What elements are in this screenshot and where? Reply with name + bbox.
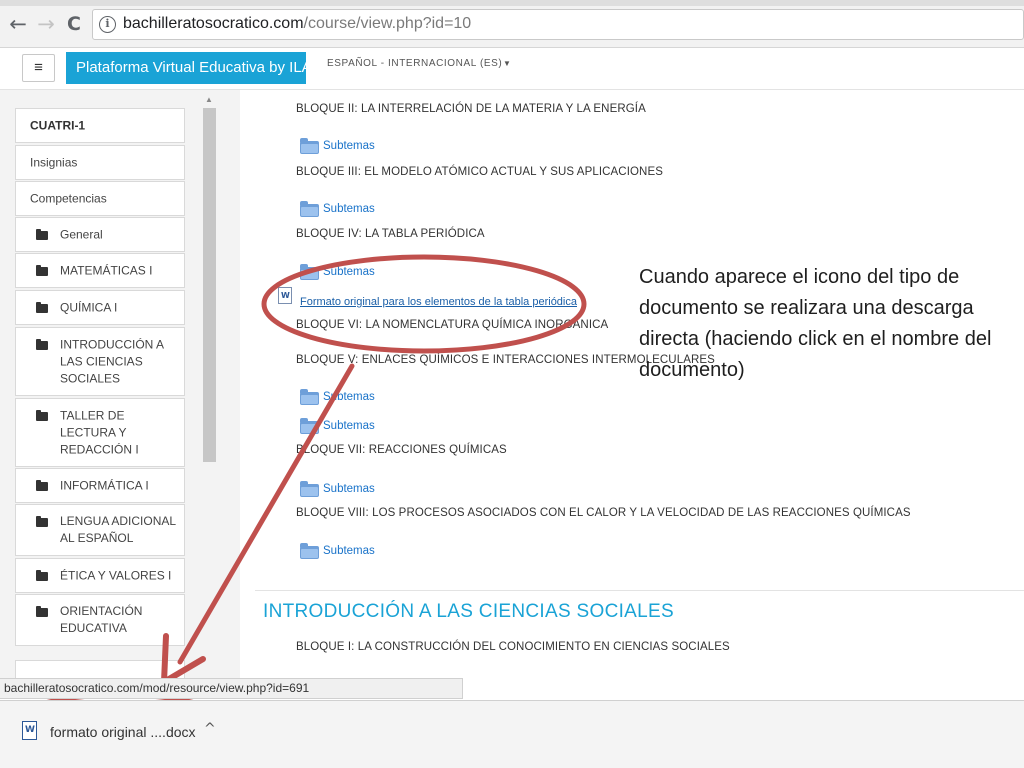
annotation-text: Cuando aparece el icono del tipo de docu… xyxy=(639,266,992,381)
sidebar-item-label: LENGUA ADICIONAL AL ESPAÑOL xyxy=(60,514,176,545)
folder-icon xyxy=(36,339,48,350)
sidebar-item-label: INTRODUCCIÓN A LAS CIENCIAS SOCIALES xyxy=(60,337,164,385)
word-letter: W xyxy=(25,725,35,735)
sidebar-item-label: MATEMÁTICAS I xyxy=(60,263,153,277)
folder-icon xyxy=(300,418,319,434)
sidebar-item-competencias[interactable]: Competencias xyxy=(15,181,185,216)
subtemas-label[interactable]: Subtemas xyxy=(323,391,375,403)
sidebar-item-orientacion[interactable]: ORIENTACIÓN EDUCATIVA xyxy=(15,594,185,646)
sidebar-item-informatica[interactable]: INFORMÁTICA I xyxy=(15,468,185,503)
block-title: BLOQUE II: LA INTERRELACIÓN DE LA MATERI… xyxy=(296,103,646,115)
subtemas-label[interactable]: Subtemas xyxy=(323,483,375,495)
site-header: ≡ Plataforma Virtual Educativa by ILAT E… xyxy=(0,48,1024,90)
section-divider xyxy=(255,590,1024,591)
menu-button[interactable]: ≡ xyxy=(22,54,55,82)
folder-icon xyxy=(36,302,48,313)
subtemas-label[interactable]: Subtemas xyxy=(323,140,375,152)
folder-icon xyxy=(36,516,48,527)
browser-toolbar: ← → C i bachilleratosocratico.com/course… xyxy=(0,0,1024,48)
sidebar-item-label: General xyxy=(60,227,103,241)
url-path: /course/view.php?id=10 xyxy=(303,15,472,32)
sidebar-item-label: CUATRI-1 xyxy=(30,118,86,132)
sidebar-item-label: ÉTICA Y VALORES I xyxy=(60,568,172,582)
chevron-up-icon[interactable]: ^ xyxy=(204,721,216,737)
url-text[interactable]: bachilleratosocratico.com/course/view.ph… xyxy=(123,15,471,33)
word-document-icon[interactable]: W xyxy=(278,287,292,304)
download-file-name[interactable]: formato original ....docx xyxy=(50,724,196,740)
sidebar-item-etica[interactable]: ÉTICA Y VALORES I xyxy=(15,558,185,593)
sidebar-item-label: Insignias xyxy=(30,155,78,169)
folder-icon xyxy=(36,606,48,617)
folder-icon xyxy=(36,410,48,421)
sidebar-next-block xyxy=(15,660,185,678)
subtemas-label[interactable]: Subtemas xyxy=(323,420,375,432)
caret-down-icon[interactable]: ▼ xyxy=(503,59,511,68)
word-document-icon[interactable]: W xyxy=(22,721,37,740)
sidebar-item-matematicas[interactable]: MATEMÁTICAS I xyxy=(15,253,185,288)
sidebar-item-label: TALLER DE LECTURA Y REDACCIÓN I xyxy=(60,408,139,456)
document-download-link[interactable]: Formato original para los elementos de l… xyxy=(300,296,577,308)
sidebar-item-ciencias-sociales[interactable]: INTRODUCCIÓN A LAS CIENCIAS SOCIALES xyxy=(15,327,185,396)
folder-icon xyxy=(300,543,319,559)
hamburger-icon: ≡ xyxy=(34,59,43,76)
word-letter: W xyxy=(281,291,290,300)
subtemas-label[interactable]: Subtemas xyxy=(323,266,375,278)
block-title: BLOQUE VI: LA NOMENCLATURA QUÍMICA INORG… xyxy=(296,319,609,331)
subtemas-label[interactable]: Subtemas xyxy=(323,203,375,215)
download-bar: W formato original ....docx ^ xyxy=(0,700,1024,768)
block-title: BLOQUE VIII: LOS PROCESOS ASOCIADOS CON … xyxy=(296,507,911,519)
section-title[interactable]: INTRODUCCIÓN A LAS CIENCIAS SOCIALES xyxy=(263,601,674,623)
block-title: BLOQUE I: LA CONSTRUCCIÓN DEL CONOCIMIEN… xyxy=(296,641,730,653)
block-title: BLOQUE IV: LA TABLA PERIÓDICA xyxy=(296,228,485,240)
scroll-up-arrow-icon[interactable]: ▲ xyxy=(205,95,213,104)
sidebar-item-label: INFORMÁTICA I xyxy=(60,478,149,492)
sidebar-item-general[interactable]: General xyxy=(15,217,185,252)
folder-icon xyxy=(300,201,319,217)
folder-icon xyxy=(300,481,319,497)
url-domain: bachilleratosocratico.com xyxy=(123,15,304,32)
sidebar-item-label: QUÍMICA I xyxy=(60,300,118,314)
folder-icon xyxy=(300,389,319,405)
sidebar-item-cuatri[interactable]: CUATRI-1 xyxy=(15,108,185,143)
subtemas-label[interactable]: Subtemas xyxy=(323,545,375,557)
block-title: BLOQUE VII: REACCIONES QUÍMICAS xyxy=(296,444,507,456)
sidebar-item-lengua-adicional[interactable]: LENGUA ADICIONAL AL ESPAÑOL xyxy=(15,504,185,556)
block-title: BLOQUE III: EL MODELO ATÓMICO ACTUAL Y S… xyxy=(296,166,664,178)
reload-icon[interactable]: C xyxy=(62,12,86,36)
brand-link[interactable]: Plataforma Virtual Educativa by ILAT xyxy=(66,52,320,84)
info-icon[interactable]: i xyxy=(99,16,116,33)
sidebar-item-insignias[interactable]: Insignias xyxy=(15,145,185,180)
sidebar-item-quimica[interactable]: QUÍMICA I xyxy=(15,290,185,325)
sidebar-item-label: ORIENTACIÓN EDUCATIVA xyxy=(60,604,143,635)
folder-icon xyxy=(300,264,319,280)
address-bar[interactable]: i bachilleratosocratico.com/course/view.… xyxy=(92,9,1024,40)
scrollbar-thumb[interactable] xyxy=(203,108,216,462)
status-bar-url: bachilleratosocratico.com/mod/resource/v… xyxy=(0,678,463,699)
folder-icon xyxy=(300,138,319,154)
sidebar-item-label: Competencias xyxy=(30,191,107,205)
sidebar-item-taller-lectura[interactable]: TALLER DE LECTURA Y REDACCIÓN I xyxy=(15,398,185,467)
language-selector[interactable]: ESPAÑOL - INTERNACIONAL (ES) xyxy=(327,58,502,69)
folder-icon xyxy=(36,229,48,240)
folder-icon xyxy=(36,265,48,276)
back-icon[interactable]: ← xyxy=(6,12,30,36)
forward-icon[interactable]: → xyxy=(34,12,58,36)
folder-icon xyxy=(36,480,48,491)
tab-strip xyxy=(0,0,1024,6)
folder-icon xyxy=(36,570,48,581)
